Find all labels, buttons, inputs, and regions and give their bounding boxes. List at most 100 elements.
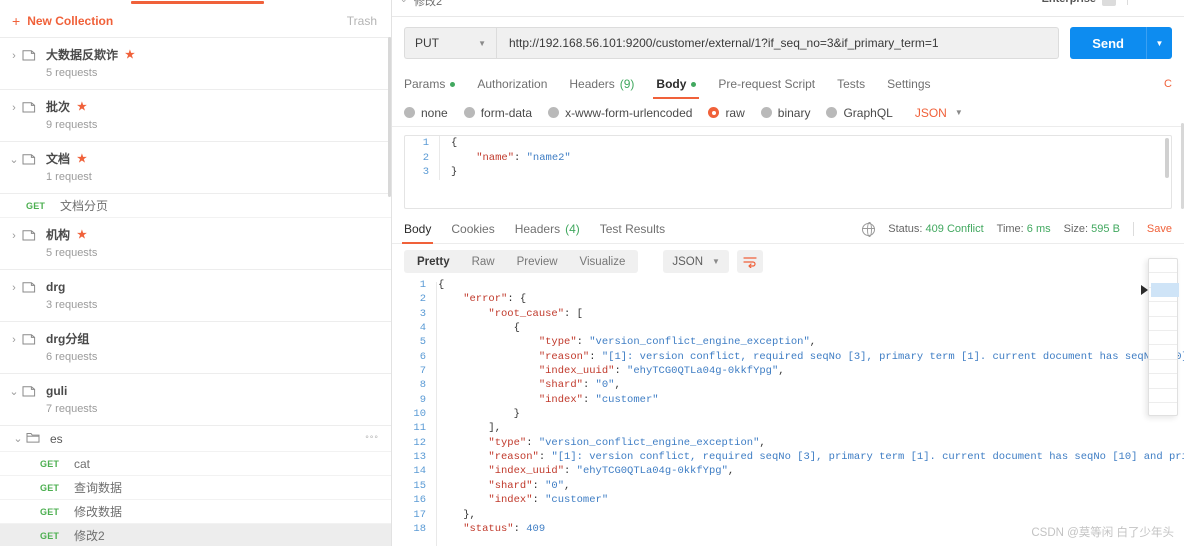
popover-pointer-icon xyxy=(1141,285,1148,295)
request-row[interactable]: GET cat xyxy=(0,452,391,476)
popover-row xyxy=(1149,317,1177,331)
sidebar-scrollbar[interactable] xyxy=(388,37,391,197)
star-icon[interactable]: ★ xyxy=(77,227,87,243)
chevron-right-icon[interactable]: › xyxy=(6,99,22,117)
collection-row[interactable]: ⌄ 文档 ★ 1 request xyxy=(0,142,391,194)
send-button[interactable]: Send xyxy=(1070,27,1146,59)
request-body-editor[interactable]: 1{2 "name": "name2" 3} xyxy=(404,135,1172,209)
collection-row[interactable]: › drg 3 requests xyxy=(0,270,391,322)
response-body-code[interactable]: 1{2 "error": {3 "root_cause": [4 {5 "typ… xyxy=(392,278,1184,546)
send-options-button[interactable]: ▼ xyxy=(1146,27,1172,59)
tab-body[interactable]: Body xyxy=(653,69,700,99)
body-type-form-data[interactable]: form-data xyxy=(463,106,532,120)
radio-icon xyxy=(826,107,838,118)
collection-meta: 文档 ★ 1 request xyxy=(42,151,92,184)
body-type-x-www-form-urlencoded[interactable]: x-www-form-urlencoded xyxy=(548,106,692,120)
code-text: { xyxy=(438,322,520,335)
body-type-label: GraphQL xyxy=(843,105,893,120)
chevron-right-icon[interactable]: › xyxy=(6,47,22,65)
chevron-right-icon[interactable]: › xyxy=(6,227,22,245)
request-name: 文档分页 xyxy=(60,199,109,213)
chevron-down-icon[interactable]: ⌄ xyxy=(10,432,26,445)
collection-meta: 批次 ★ 9 requests xyxy=(42,99,97,132)
chevron-down-icon[interactable]: ⌄ xyxy=(6,383,22,401)
line-number: 15 xyxy=(413,479,426,492)
http-method-select[interactable]: PUT ▼ xyxy=(404,27,496,59)
trash-button[interactable]: Trash xyxy=(347,14,377,28)
request-row[interactable]: GET 文档分页 xyxy=(0,194,391,218)
body-type-binary[interactable]: binary xyxy=(760,106,810,120)
tab-tests[interactable]: Tests xyxy=(837,69,865,99)
save-response-button[interactable]: Save xyxy=(1147,223,1172,235)
tab-pre-request-script[interactable]: Pre-request Script xyxy=(718,69,815,99)
line-number: 18 xyxy=(413,522,426,535)
collection-request-count: 3 requests xyxy=(46,299,98,311)
view-mode-raw[interactable]: Raw xyxy=(461,250,506,273)
folder-icon-wrap xyxy=(22,385,42,401)
collection-name: 大数据反欺诈 xyxy=(46,48,119,62)
line-number: 8 xyxy=(419,379,426,392)
tab-headers[interactable]: Headers (9) xyxy=(569,69,634,99)
tab-params[interactable]: Params xyxy=(404,69,456,99)
response-tab-test-results[interactable]: Test Results xyxy=(600,215,665,244)
collection-name-row: drg xyxy=(46,279,97,295)
request-row[interactable]: GET 修改2 xyxy=(0,524,391,546)
response-tab-body[interactable]: Body xyxy=(401,215,434,244)
collection-request-count: 6 requests xyxy=(46,351,98,363)
url-input[interactable]: http://192.168.56.101:9200/customer/exte… xyxy=(496,27,1060,59)
response-format-select[interactable]: JSON ▼ xyxy=(663,250,729,273)
collection-row[interactable]: › 大数据反欺诈 ★ 5 requests xyxy=(0,38,391,90)
url-value: http://192.168.56.101:9200/customer/exte… xyxy=(509,36,939,50)
view-mode-preview[interactable]: Preview xyxy=(506,250,569,273)
body-type-none[interactable]: none xyxy=(404,106,448,120)
star-icon[interactable]: ★ xyxy=(77,99,87,115)
response-tab-cookies[interactable]: Cookies xyxy=(451,215,494,244)
line-number: 2 xyxy=(419,293,426,306)
wrap-lines-button[interactable] xyxy=(736,250,763,273)
chevron-down-icon[interactable]: ⌄ xyxy=(6,151,22,169)
active-request-tab-label[interactable]: 修改2 xyxy=(414,0,442,9)
new-collection-button[interactable]: + New Collection xyxy=(12,14,113,28)
collection-row[interactable]: › 机构 ★ 5 requests xyxy=(0,218,391,270)
request-row[interactable]: GET 修改数据 xyxy=(0,500,391,524)
http-method-label: GET xyxy=(40,530,60,541)
collection-row[interactable]: › 批次 ★ 9 requests xyxy=(0,90,391,142)
main-panel: ⌄ 修改2 Enterprise PUT ▼ http://192.168.56… xyxy=(392,0,1184,546)
body-format-select[interactable]: JSON ▼ xyxy=(915,106,963,120)
request-row[interactable]: GET 查询数据 xyxy=(0,476,391,500)
line-number: 17 xyxy=(413,508,426,521)
response-view-modes: Pretty Raw Preview Visualize xyxy=(404,250,639,273)
star-icon[interactable]: ★ xyxy=(77,151,87,167)
more-options-icon[interactable]: °°° xyxy=(365,434,379,444)
collection-row[interactable]: › drg分组 6 requests xyxy=(0,322,391,374)
response-tab-headers[interactable]: Headers (4) xyxy=(515,215,580,244)
body-type-graphql[interactable]: GraphQL xyxy=(826,105,893,120)
body-type-raw[interactable]: raw xyxy=(708,106,745,120)
view-mode-visualize[interactable]: Visualize xyxy=(569,250,637,273)
meta-divider xyxy=(1132,222,1134,236)
postman-window: + New Collection Trash › 大数据反欺诈 ★ 5 request… xyxy=(0,0,1184,546)
collection-meta: drg 3 requests xyxy=(42,279,97,312)
response-side-popover[interactable] xyxy=(1141,258,1179,416)
code-line: 1{ xyxy=(404,278,1184,292)
body-type-label: x-www-form-urlencoded xyxy=(565,105,693,120)
collection-meta: drg分组 6 requests xyxy=(42,331,97,364)
folder-icon-wrap xyxy=(22,153,42,169)
chevron-down-icon: ▼ xyxy=(1155,38,1164,48)
tab-authorization[interactable]: Authorization xyxy=(477,69,547,99)
tab-settings[interactable]: Settings xyxy=(887,69,930,99)
code-line: 2 "name": "name2" xyxy=(405,150,1171,166)
folder-row-es[interactable]: ⌄ es °°° xyxy=(0,426,391,452)
star-icon[interactable]: ★ xyxy=(125,47,135,63)
cookies-link[interactable]: C xyxy=(1164,78,1172,90)
chevron-down-icon: ▼ xyxy=(478,38,486,48)
request-editor-scrollbar[interactable] xyxy=(1165,138,1169,178)
radio-icon xyxy=(548,107,560,118)
popover-row xyxy=(1149,345,1177,360)
response-tab-count: (4) xyxy=(565,222,580,236)
chevron-right-icon[interactable]: › xyxy=(6,279,22,297)
chevron-right-icon[interactable]: › xyxy=(6,331,22,349)
code-text: "shard": "0", xyxy=(438,479,571,492)
collection-row[interactable]: ⌄ guli 7 requests xyxy=(0,374,391,426)
view-mode-pretty[interactable]: Pretty xyxy=(406,250,461,273)
